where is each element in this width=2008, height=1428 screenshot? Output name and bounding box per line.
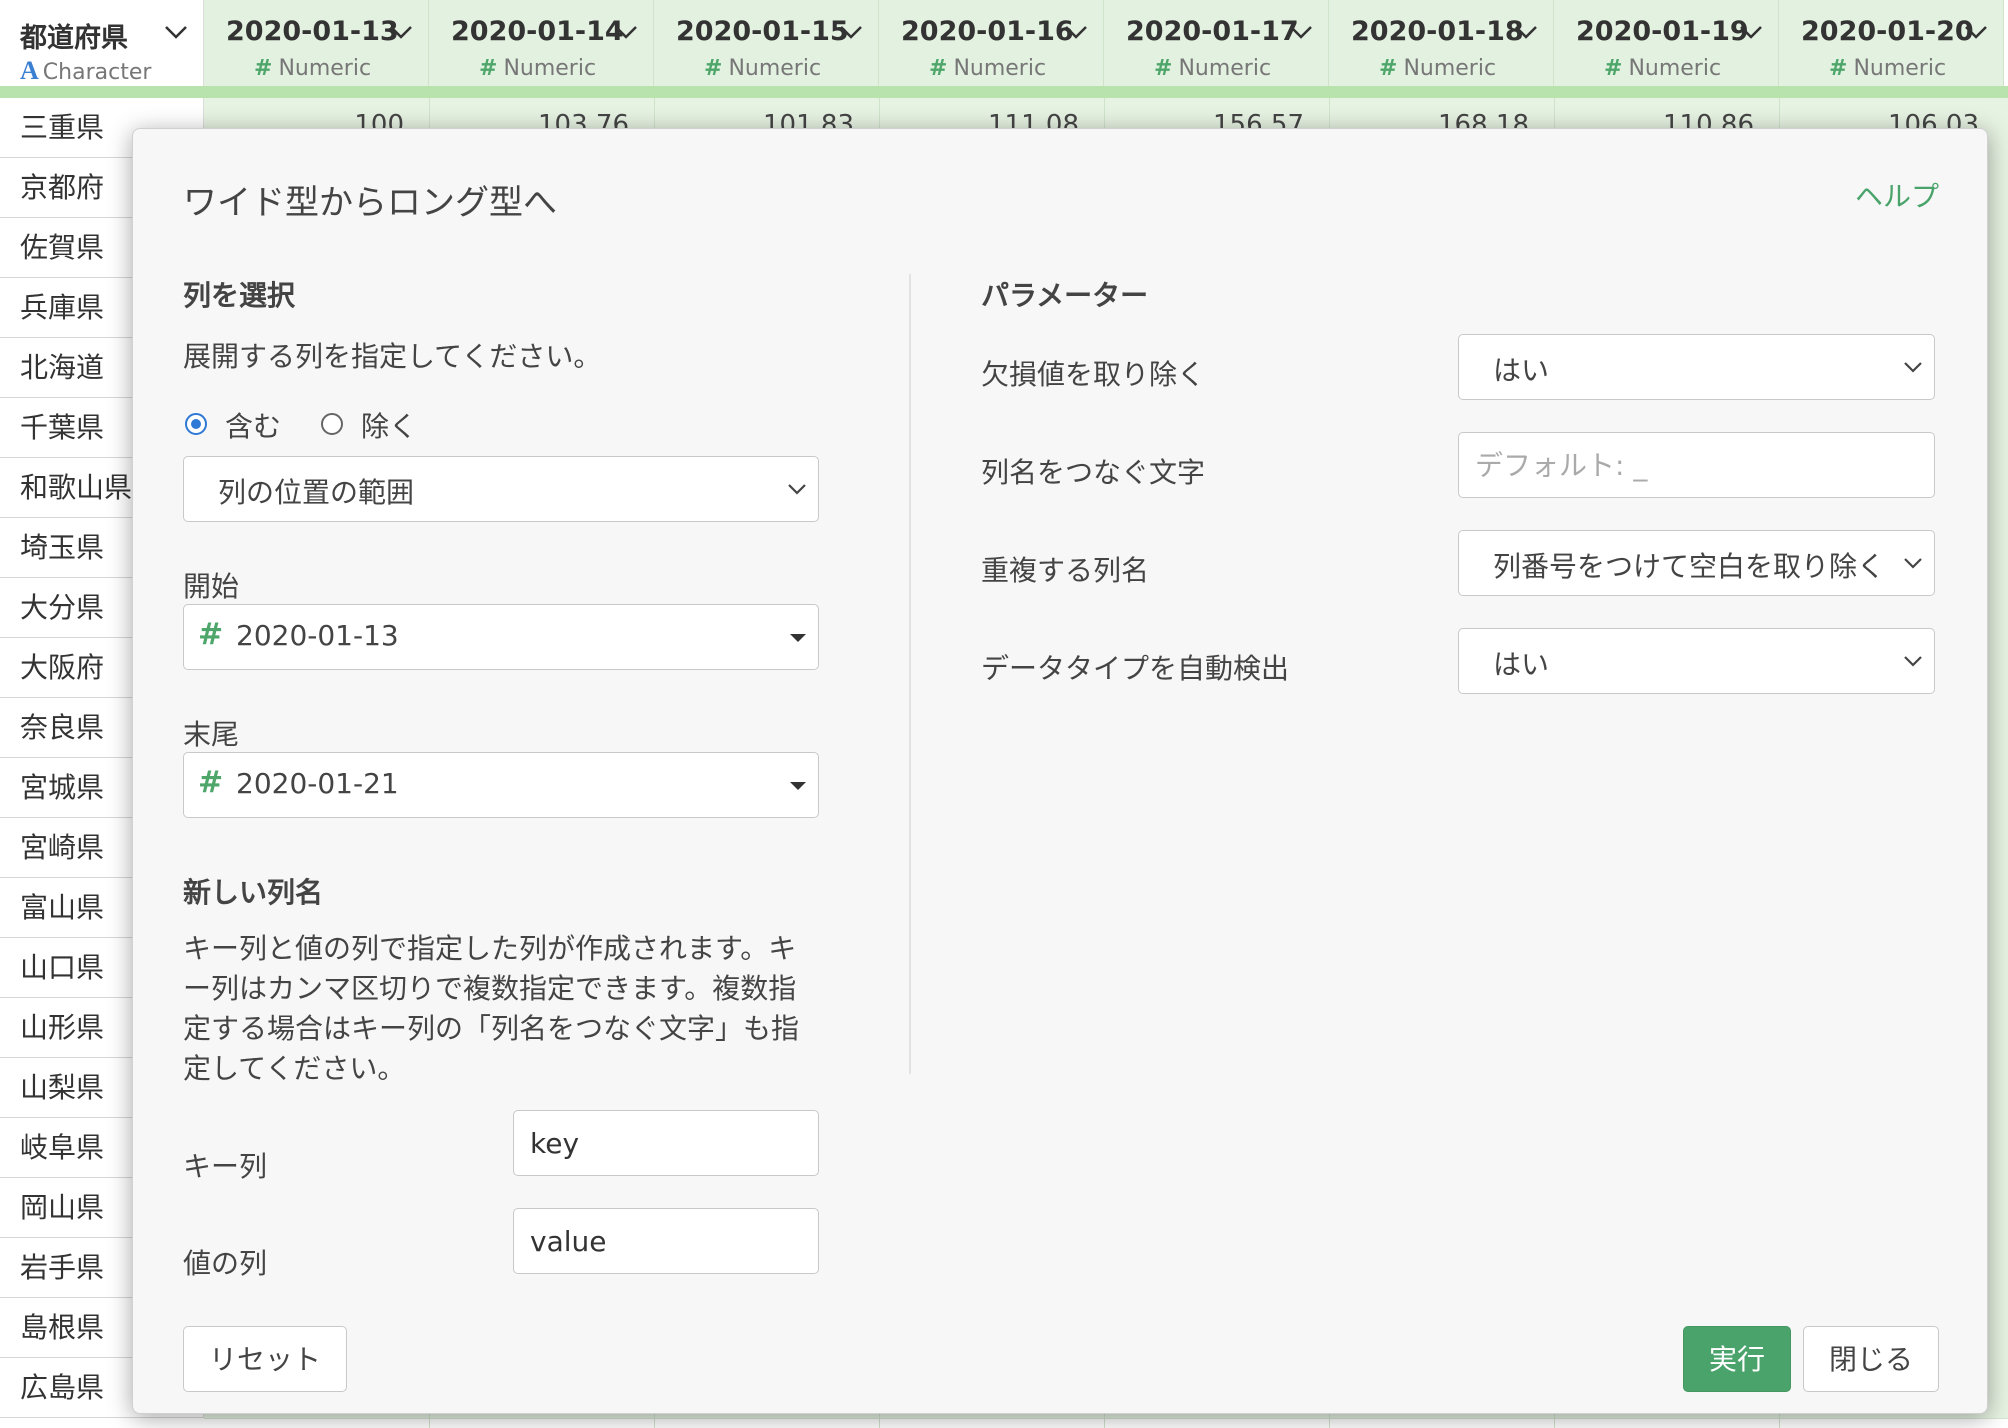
chevron-down-icon: [788, 484, 806, 495]
chevron-down-icon[interactable]: [388, 22, 414, 42]
end-column-combobox[interactable]: # 2020-01-21: [183, 752, 819, 818]
numeric-type-icon: #: [198, 617, 224, 652]
column-name: 都道府県: [20, 23, 128, 54]
end-label: 末尾: [183, 718, 240, 751]
chevron-down-icon[interactable]: [613, 22, 639, 42]
detect-types-label: データタイプを自動検出: [981, 652, 1290, 685]
column-type: # Numeric: [479, 56, 597, 81]
chevron-down-icon[interactable]: [1738, 22, 1764, 42]
exclude-label[interactable]: 除く: [361, 405, 417, 445]
parameters-heading: パラメーター: [981, 279, 1149, 312]
column-summary-strip: [0, 86, 2008, 98]
column-name: 2020-01-15: [676, 16, 849, 47]
caret-down-icon: [790, 782, 806, 790]
column-header[interactable]: 2020-01-18 # Numeric: [1329, 0, 1554, 88]
numeric-type-icon: #: [198, 765, 224, 800]
reset-button[interactable]: リセット: [183, 1326, 347, 1392]
chevron-down-icon[interactable]: [1513, 22, 1539, 42]
select-columns-heading: 列を選択: [183, 279, 296, 312]
column-name: 2020-01-14: [451, 16, 624, 47]
column-header[interactable]: 2020-01-15 # Numeric: [654, 0, 879, 88]
column-name: 2020-01-18: [1351, 16, 1524, 47]
column-name: 2020-01-13: [226, 16, 399, 47]
column-header[interactable]: 2020-01-19 # Numeric: [1554, 0, 1779, 88]
column-header[interactable]: 2020-01-17 # Numeric: [1104, 0, 1329, 88]
include-label[interactable]: 含む: [225, 405, 281, 445]
chevron-down-icon[interactable]: [163, 22, 189, 42]
chevron-down-icon: [1904, 362, 1922, 373]
chevron-down-icon[interactable]: [1063, 22, 1089, 42]
column-header[interactable]: 2020-01-14 # Numeric: [429, 0, 654, 88]
column-name: 2020-01-16: [901, 16, 1074, 47]
wide-to-long-dialog: ワイド型からロング型へ ヘルプ 列を選択 展開する列を指定してください。 含む …: [132, 128, 1988, 1414]
column-header[interactable]: 2020-01-13 # Numeric: [204, 0, 429, 88]
start-label: 開始: [183, 570, 240, 603]
chevron-down-icon[interactable]: [1288, 22, 1314, 42]
numeric-type-icon: #: [479, 56, 498, 81]
dialog-title: ワイド型からロング型へ: [183, 183, 557, 223]
separator-label: 列名をつなぐ文字: [981, 456, 1206, 489]
start-column-combobox[interactable]: # 2020-01-13: [183, 604, 819, 670]
remove-na-select[interactable]: はい: [1458, 334, 1935, 400]
duplicate-names-select[interactable]: 列番号をつけて空白を取り除く: [1458, 530, 1935, 596]
column-selection-mode-select[interactable]: 列の位置の範囲: [183, 456, 819, 522]
new-columns-description: キー列と値の列で指定した列が作成されます。キー列はカンマ区切りで複数指定できます…: [183, 932, 800, 1085]
column-name: 2020-01-20: [1801, 16, 1974, 47]
chevron-down-icon: [1904, 656, 1922, 667]
column-type: # Numeric: [1154, 56, 1272, 81]
column-header[interactable]: 2020-01-20 # Numeric: [1779, 0, 2004, 88]
column-header[interactable]: 2020-01-16 # Numeric: [879, 0, 1104, 88]
character-type-icon: A: [20, 56, 39, 85]
column-name: 2020-01-19: [1576, 16, 1749, 47]
select-value: はい: [1493, 648, 1550, 681]
exclude-radio[interactable]: [321, 413, 343, 435]
select-value: はい: [1493, 354, 1550, 387]
remove-na-label: 欠損値を取り除く: [981, 358, 1206, 391]
numeric-type-icon: #: [1604, 56, 1623, 81]
select-value: 列番号をつけて空白を取り除く: [1493, 550, 1886, 583]
column-type: A Character: [20, 56, 152, 85]
close-button[interactable]: 閉じる: [1803, 1326, 1939, 1392]
numeric-type-icon: #: [929, 56, 948, 81]
numeric-type-icon: #: [1154, 56, 1173, 81]
new-columns-heading: 新しい列名: [183, 876, 324, 909]
numeric-type-icon: #: [1829, 56, 1848, 81]
chevron-down-icon[interactable]: [1963, 22, 1989, 42]
select-columns-description: 展開する列を指定してください。: [183, 340, 602, 373]
combobox-value: 2020-01-21: [236, 767, 399, 800]
chevron-down-icon[interactable]: [838, 22, 864, 42]
combobox-value: 2020-01-13: [236, 619, 399, 652]
select-value: 列の位置の範囲: [218, 476, 415, 509]
run-button[interactable]: 実行: [1683, 1326, 1791, 1392]
column-type: # Numeric: [704, 56, 822, 81]
numeric-type-icon: #: [1379, 56, 1398, 81]
numeric-type-icon: #: [704, 56, 723, 81]
key-column-input[interactable]: [513, 1110, 819, 1176]
key-column-label: キー列: [183, 1150, 268, 1183]
grid-header: 都道府県 A Character 2020-01-13 # Numeric 2020…: [0, 0, 2008, 88]
value-column-input[interactable]: [513, 1208, 819, 1274]
help-link[interactable]: ヘルプ: [1855, 175, 1939, 215]
column-type: # Numeric: [1829, 56, 1947, 81]
column-type: # Numeric: [1379, 56, 1497, 81]
column-divider: [909, 274, 911, 1074]
column-name: 2020-01-17: [1126, 16, 1299, 47]
duplicate-names-label: 重複する列名: [981, 554, 1150, 587]
column-type: # Numeric: [1604, 56, 1722, 81]
column-type: # Numeric: [254, 56, 372, 81]
numeric-type-icon: #: [254, 56, 273, 81]
separator-input[interactable]: [1458, 432, 1935, 498]
include-radio[interactable]: [185, 413, 207, 435]
caret-down-icon: [790, 634, 806, 642]
detect-types-select[interactable]: はい: [1458, 628, 1935, 694]
value-column-label: 値の列: [183, 1247, 268, 1280]
chevron-down-icon: [1904, 558, 1922, 569]
column-type: # Numeric: [929, 56, 1047, 81]
column-header-prefecture[interactable]: 都道府県 A Character: [0, 0, 204, 88]
